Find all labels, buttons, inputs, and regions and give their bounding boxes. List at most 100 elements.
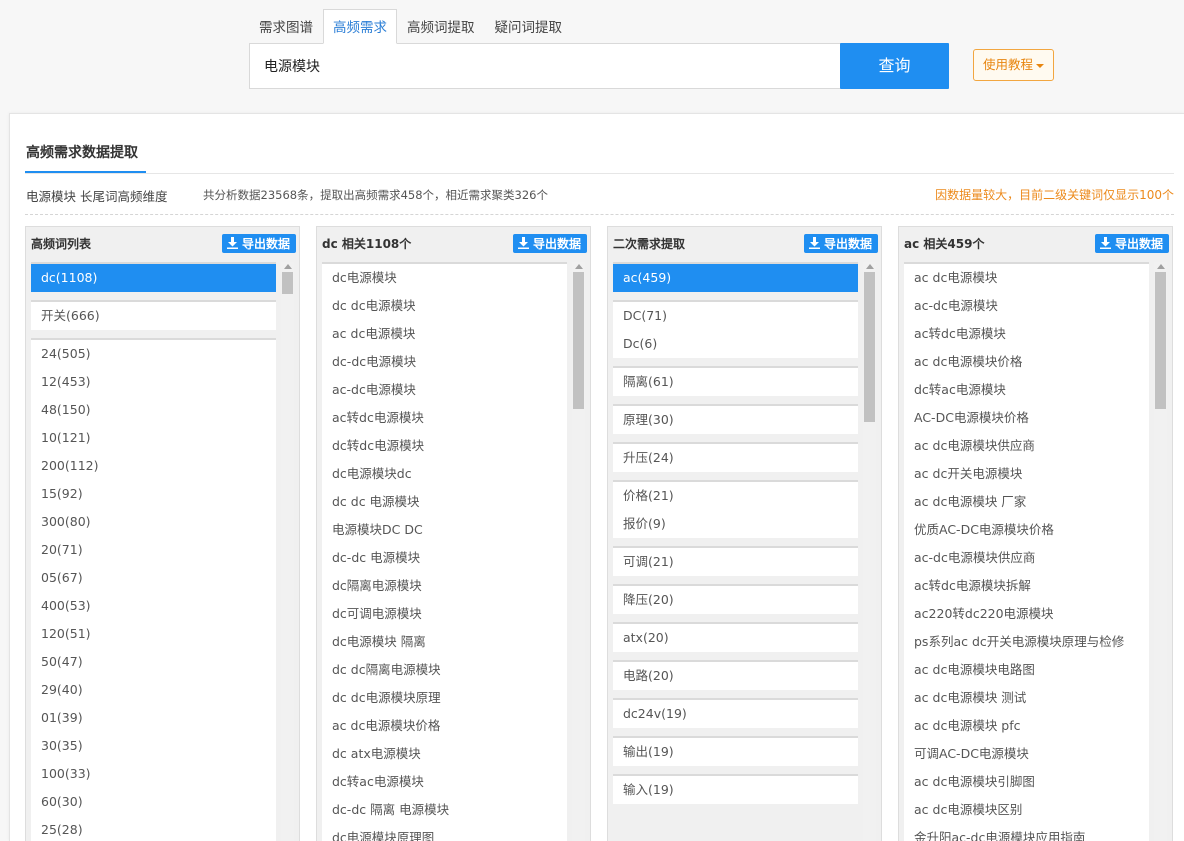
list-item[interactable]: 120(51) xyxy=(31,620,276,648)
export-button[interactable]: 导出数据 xyxy=(221,233,296,253)
list-item[interactable]: 价格(21) xyxy=(613,482,858,510)
list-item[interactable]: ps系列ac dc开关电源模块原理与检修 xyxy=(904,628,1149,656)
list-item[interactable]: dc电源模块 隔离 xyxy=(322,628,567,656)
list-item[interactable]: dc(1108) xyxy=(31,264,276,292)
list-item[interactable]: dc转ac电源模块 xyxy=(904,376,1149,404)
list-item[interactable]: AC-DC电源模块价格 xyxy=(904,404,1149,432)
scrollbar[interactable] xyxy=(281,262,294,841)
list-item[interactable]: 开关(666) xyxy=(31,302,276,330)
list-item[interactable]: dc-dc 隔离 电源模块 xyxy=(322,796,567,824)
list-item[interactable]: ac-dc电源模块 xyxy=(322,376,567,404)
list-item[interactable]: 400(53) xyxy=(31,592,276,620)
list-item[interactable]: ac转dc电源模块 xyxy=(322,404,567,432)
list-item[interactable]: Dc(6) xyxy=(613,330,858,358)
list-item[interactable]: 24(505) xyxy=(31,340,276,368)
list-item[interactable]: 可调(21) xyxy=(613,548,858,576)
list-item[interactable]: dc dc 电源模块 xyxy=(322,488,567,516)
list-item[interactable]: 隔离(61) xyxy=(613,368,858,396)
tutorial-dropdown[interactable]: 使用教程 xyxy=(973,49,1054,81)
list-item[interactable]: dc-dc 电源模块 xyxy=(322,544,567,572)
export-button[interactable]: 导出数据 xyxy=(512,233,587,253)
list-item[interactable]: ac dc开关电源模块 xyxy=(904,460,1149,488)
scroll-up-icon[interactable] xyxy=(284,264,292,269)
list-item[interactable]: ac dc电源模块电路图 xyxy=(904,656,1149,684)
list-item[interactable]: ac(459) xyxy=(613,264,858,292)
list-item[interactable]: ac dc电源模块 厂家 xyxy=(904,488,1149,516)
scrollbar[interactable] xyxy=(572,262,585,841)
list-item[interactable]: ac dc电源模块 测试 xyxy=(904,684,1149,712)
list-item[interactable]: 报价(9) xyxy=(613,510,858,538)
list-item[interactable]: dc-dc电源模块 xyxy=(322,348,567,376)
list-item[interactable]: 可调AC-DC电源模块 xyxy=(904,740,1149,768)
tab-high-freq-demand[interactable]: 高频需求 xyxy=(323,9,397,44)
scroll-thumb[interactable] xyxy=(282,272,293,294)
list-item[interactable]: 12(453) xyxy=(31,368,276,396)
list-item[interactable]: ac dc电源模块区别 xyxy=(904,796,1149,824)
list-item[interactable]: DC(71) xyxy=(613,302,858,330)
list-item[interactable]: 电路(20) xyxy=(613,662,858,690)
list-item[interactable]: dc电源模块dc xyxy=(322,460,567,488)
scroll-thumb[interactable] xyxy=(573,272,584,409)
scroll-up-icon[interactable] xyxy=(866,264,874,269)
list-item[interactable]: ac dc电源模块 xyxy=(322,320,567,348)
list-item[interactable]: 300(80) xyxy=(31,508,276,536)
list-item[interactable]: ac-dc电源模块供应商 xyxy=(904,544,1149,572)
list-item[interactable]: 01(39) xyxy=(31,704,276,732)
list-item[interactable]: 输入(19) xyxy=(613,776,858,804)
list-item[interactable]: dc dc电源模块原理 xyxy=(322,684,567,712)
list-item[interactable]: 29(40) xyxy=(31,676,276,704)
list-item[interactable]: 200(112) xyxy=(31,452,276,480)
list-item[interactable]: ac转dc电源模块拆解 xyxy=(904,572,1149,600)
list-item[interactable]: dc电源模块原理图 xyxy=(322,824,567,841)
tab-high-freq-word[interactable]: 高频词提取 xyxy=(397,9,485,44)
list-item[interactable]: dc转dc电源模块 xyxy=(322,432,567,460)
list-item[interactable]: 48(150) xyxy=(31,396,276,424)
list-item[interactable]: 30(35) xyxy=(31,732,276,760)
list-item[interactable]: dc可调电源模块 xyxy=(322,600,567,628)
list-item[interactable]: ac dc电源模块价格 xyxy=(904,348,1149,376)
export-button[interactable]: 导出数据 xyxy=(803,233,878,253)
list-item[interactable]: 输出(19) xyxy=(613,738,858,766)
list-item[interactable]: dc24v(19) xyxy=(613,700,858,728)
list-item[interactable]: 降压(20) xyxy=(613,586,858,614)
list-item[interactable]: 原理(30) xyxy=(613,406,858,434)
list-item[interactable]: ac dc电源模块引脚图 xyxy=(904,768,1149,796)
list-item[interactable]: dc电源模块 xyxy=(322,264,567,292)
list-item[interactable]: 优质AC-DC电源模块价格 xyxy=(904,516,1149,544)
list-item[interactable]: 15(92) xyxy=(31,480,276,508)
list-item[interactable]: ac dc电源模块 xyxy=(904,264,1149,292)
list-item[interactable]: atx(20) xyxy=(613,624,858,652)
list-item[interactable]: 60(30) xyxy=(31,788,276,816)
list-item[interactable]: 50(47) xyxy=(31,648,276,676)
list-item[interactable]: 电源模块DC DC xyxy=(322,516,567,544)
list-item[interactable]: ac dc电源模块价格 xyxy=(322,712,567,740)
list-item[interactable]: 金升阳ac-dc电源模块应用指南 xyxy=(904,824,1149,841)
scrollbar[interactable] xyxy=(1154,262,1167,841)
list-item[interactable]: 05(67) xyxy=(31,564,276,592)
scroll-up-icon[interactable] xyxy=(575,264,583,269)
tab-question-word[interactable]: 疑问词提取 xyxy=(485,9,573,44)
list-item[interactable]: dc隔离电源模块 xyxy=(322,572,567,600)
list-item[interactable]: 25(28) xyxy=(31,816,276,841)
list-item[interactable]: dc dc隔离电源模块 xyxy=(322,656,567,684)
list-item[interactable]: 20(71) xyxy=(31,536,276,564)
list-item[interactable]: ac dc电源模块 pfc xyxy=(904,712,1149,740)
scrollbar[interactable] xyxy=(863,262,876,841)
tab-demand-graph[interactable]: 需求图谱 xyxy=(249,9,323,44)
list-item[interactable]: ac220转dc220电源模块 xyxy=(904,600,1149,628)
list-item[interactable]: 升压(24) xyxy=(613,444,858,472)
scroll-up-icon[interactable] xyxy=(1157,264,1165,269)
list-item[interactable]: dc atx电源模块 xyxy=(322,740,567,768)
list-item[interactable]: 10(121) xyxy=(31,424,276,452)
query-button[interactable]: 查询 xyxy=(840,43,949,89)
export-button[interactable]: 导出数据 xyxy=(1094,233,1169,253)
list-item[interactable]: ac转dc电源模块 xyxy=(904,320,1149,348)
scroll-thumb[interactable] xyxy=(864,272,875,422)
list-item[interactable]: dc dc电源模块 xyxy=(322,292,567,320)
list-item[interactable]: ac dc电源模块供应商 xyxy=(904,432,1149,460)
list-item[interactable]: dc转ac电源模块 xyxy=(322,768,567,796)
scroll-thumb[interactable] xyxy=(1155,272,1166,409)
list-item[interactable]: ac-dc电源模块 xyxy=(904,292,1149,320)
list-item[interactable]: 100(33) xyxy=(31,760,276,788)
search-input[interactable]: 电源模块 xyxy=(249,43,841,89)
